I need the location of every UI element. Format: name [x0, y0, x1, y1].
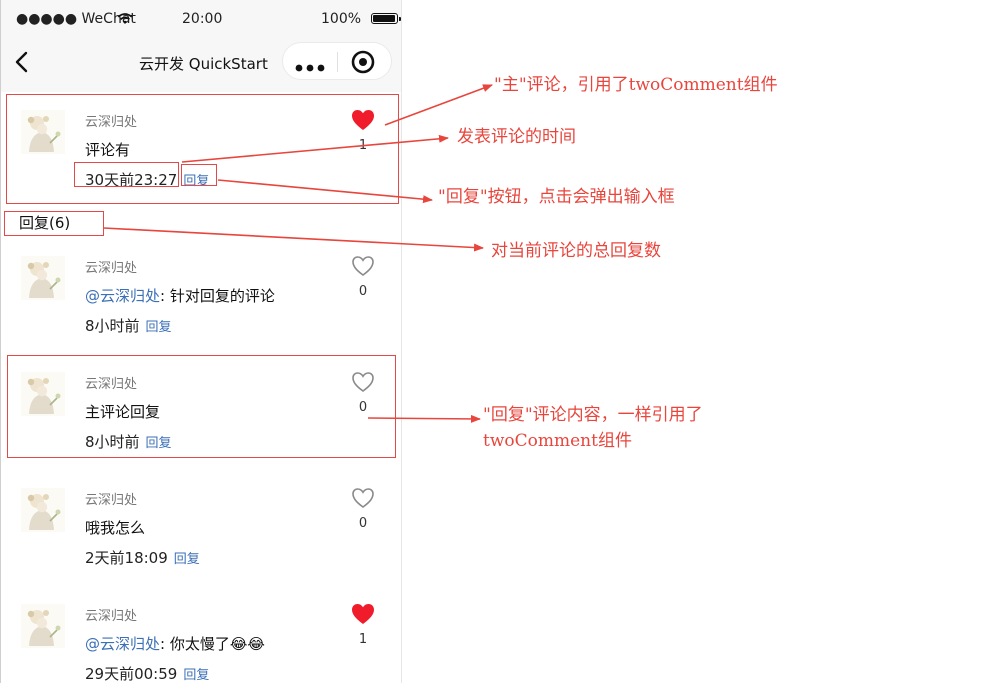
- annotation-reply-button: "回复"按钮，点击会弹出输入框: [438, 187, 675, 207]
- nav-bar: 云开发 QuickStart: [1, 37, 401, 87]
- annotation-reply-content-line2: twoComment组件: [483, 431, 632, 451]
- comment-time: 2天前18:09: [85, 549, 168, 567]
- reply-button-highlight: [181, 164, 217, 186]
- comment-meta: 29天前00:59 回复: [85, 663, 209, 683]
- comment-meta: 2天前18:09 回复: [85, 547, 200, 568]
- heart-outline-icon[interactable]: [351, 255, 375, 277]
- reply-comment: 云深归处 @云深归处: 针对回复的评论 8小时前 回复 0: [1, 242, 401, 352]
- reply-comment-highlight: [7, 355, 396, 458]
- user-avatar[interactable]: [21, 488, 65, 532]
- comment-time: 8小时前: [85, 317, 140, 335]
- reply-button[interactable]: 回复: [146, 320, 172, 335]
- comment-username: 云深归处: [85, 609, 138, 624]
- comment-meta: 8小时前 回复: [85, 315, 172, 336]
- comment-body: : 你太慢了😂😂: [160, 635, 265, 653]
- reply-comment: 云深归处 哦我怎么 2天前18:09 回复 0: [1, 474, 401, 584]
- like-count: 0: [358, 284, 368, 299]
- comment-time: 29天前00:59: [85, 665, 178, 683]
- battery-status: 100%: [321, 11, 401, 27]
- user-avatar[interactable]: [21, 256, 65, 300]
- heart-outline-icon[interactable]: [351, 487, 375, 509]
- comment-body: : 针对回复的评论: [160, 287, 275, 305]
- mini-program-capsule: [282, 42, 392, 80]
- like-count: 0: [358, 516, 368, 531]
- reply-button[interactable]: 回复: [174, 552, 200, 567]
- comment-text: @云深归处: 针对回复的评论: [85, 285, 275, 306]
- more-menu-icon[interactable]: [295, 57, 325, 72]
- like-count: 1: [358, 632, 368, 647]
- status-bar: ●●●●● WeChat 20:00 100%: [1, 10, 401, 32]
- wifi-icon: [117, 12, 133, 30]
- time-highlight: [74, 162, 179, 187]
- annotation-reply-content-line1: "回复"评论内容，一样引用了: [483, 405, 703, 425]
- close-mini-program-icon[interactable]: [351, 50, 375, 74]
- mention-link[interactable]: @云深归处: [85, 287, 160, 305]
- reply-count-highlight: [4, 211, 104, 236]
- annotation-total-replies: 对当前评论的总回复数: [491, 241, 661, 261]
- clock: 20:00: [182, 11, 223, 27]
- battery-icon: [371, 13, 401, 24]
- comment-text: @云深归处: 你太慢了😂😂: [85, 633, 265, 654]
- page-title: 云开发 QuickStart: [139, 55, 268, 73]
- battery-percent: 100%: [321, 11, 362, 27]
- back-arrow-icon[interactable]: [12, 51, 32, 73]
- main-comment-highlight: [6, 94, 399, 204]
- user-avatar[interactable]: [21, 604, 65, 648]
- capsule-divider: [337, 52, 338, 72]
- comment-username: 云深归处: [85, 493, 138, 508]
- annotation-time: 发表评论的时间: [457, 127, 576, 147]
- reply-comment: 云深归处 @云深归处: 你太慢了😂😂 29天前00:59 回复 1: [1, 590, 401, 683]
- comment-username: 云深归处: [85, 261, 138, 276]
- reply-button[interactable]: 回复: [183, 668, 209, 683]
- comment-text: 哦我怎么: [85, 519, 146, 537]
- annotation-main-comment: "主"评论，引用了twoComment组件: [494, 75, 778, 95]
- mention-link[interactable]: @云深归处: [85, 635, 160, 653]
- heart-filled-icon[interactable]: [351, 603, 375, 625]
